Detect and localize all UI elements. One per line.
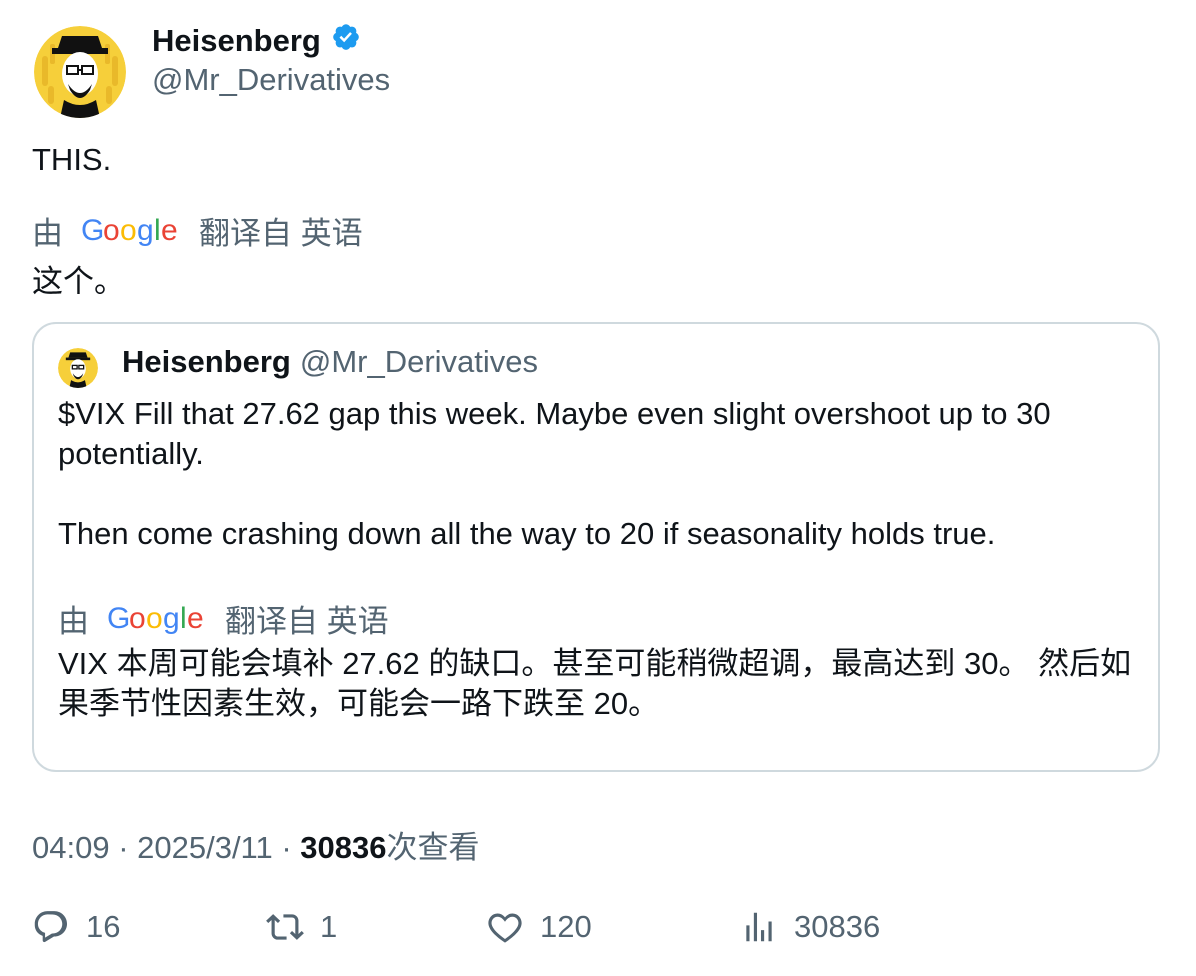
tweet-text: THIS. — [32, 142, 112, 177]
translation-attribution: 由 Google 翻译自 英语 — [32, 208, 363, 253]
repost-count: 1 — [320, 909, 338, 944]
svg-text:g: g — [137, 214, 154, 247]
like-count: 120 — [540, 909, 592, 944]
svg-text:g: g — [163, 602, 180, 635]
quoted-text-para1: $VIX Fill that 27.62 gap this week. Mayb… — [58, 396, 1051, 471]
quoted-text-para2: Then come crashing down all the way to 2… — [58, 516, 996, 551]
verified-badge-icon — [331, 22, 361, 60]
svg-text:e: e — [161, 214, 178, 247]
views-button[interactable]: 30836 — [740, 908, 880, 946]
author-name-row[interactable]: Heisenberg — [152, 22, 361, 60]
author-handle[interactable]: @Mr_Derivatives — [152, 62, 390, 98]
repost-button[interactable]: 1 — [266, 908, 337, 946]
tweet-meta: 04:09 · 2025/3/11 · 30836次查看 — [32, 822, 480, 867]
quoted-translation-attribution: 由 Google 翻译自 英语 — [58, 596, 389, 641]
translate-label[interactable]: 翻译自 英语 — [199, 208, 363, 253]
quoted-author-row: Heisenberg @Mr_Derivatives — [122, 344, 538, 380]
views-label: 次查看 — [386, 830, 480, 865]
reply-count: 16 — [86, 909, 121, 944]
svg-text:l: l — [180, 602, 187, 635]
svg-text:G: G — [81, 214, 104, 247]
quoted-translated-text: VIX 本周可能会填补 27.62 的缺口。甚至可能稍微超调，最高达到 30。 … — [58, 646, 1132, 721]
heart-icon — [488, 913, 522, 943]
svg-text:o: o — [120, 214, 137, 247]
svg-text:o: o — [146, 602, 163, 635]
svg-text:G: G — [107, 602, 130, 635]
repost-icon — [266, 914, 304, 940]
svg-text:o: o — [103, 214, 120, 247]
svg-text:o: o — [129, 602, 146, 635]
google-logo-icon: Google — [81, 214, 179, 248]
quoted-translate-by: 由 — [58, 604, 89, 639]
views-count: 30836 — [300, 830, 387, 865]
reply-button[interactable]: 16 — [32, 908, 120, 946]
quoted-translate-label[interactable]: 翻译自 英语 — [225, 596, 389, 641]
translated-text: 这个。 — [32, 264, 125, 299]
timestamp[interactable]: 04:09 · 2025/3/11 · — [32, 830, 300, 865]
analytics-icon — [746, 912, 772, 942]
quoted-tweet-text: $VIX Fill that 27.62 gap this week. Mayb… — [58, 394, 1148, 554]
quoted-author-handle: @Mr_Derivatives — [299, 344, 539, 379]
reply-icon — [34, 911, 68, 943]
svg-text:e: e — [187, 602, 204, 635]
svg-text:l: l — [154, 214, 161, 247]
quoted-avatar — [58, 348, 98, 388]
author-name[interactable]: Heisenberg — [152, 23, 321, 59]
translate-by: 由 — [32, 216, 63, 251]
quoted-google-logo-icon: Google — [107, 602, 205, 636]
avatar[interactable] — [34, 26, 126, 118]
views-action-count: 30836 — [794, 909, 881, 944]
quoted-author-name: Heisenberg — [122, 344, 291, 379]
like-button[interactable]: 120 — [486, 908, 592, 946]
